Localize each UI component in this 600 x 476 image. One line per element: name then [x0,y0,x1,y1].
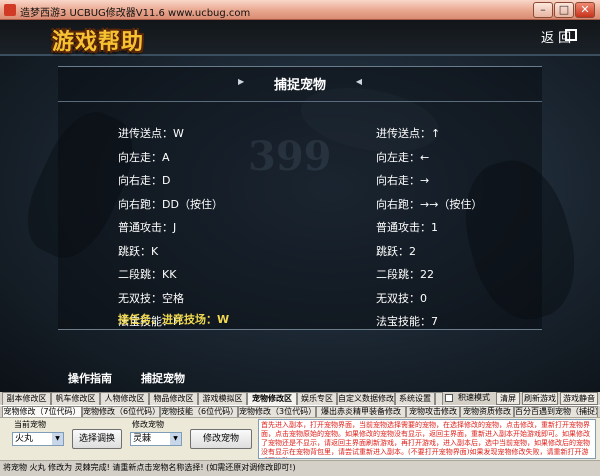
modify-pet-button[interactable]: 修改宠物 [190,429,252,449]
maximize-icon: □ [558,3,570,16]
capture-pet-link[interactable]: 捕捉宠物 [141,370,185,386]
control-row: 跳跃：2 [376,244,416,258]
tab-items[interactable]: 物品修改区 [149,392,198,405]
tab-settings[interactable]: 系统设置 [395,392,435,405]
game-help-logo: 游戏帮助 [52,29,145,55]
modify-pet-label: 修改宠物 [132,420,164,429]
control-row: 向右跑：→→（按住） [376,197,483,211]
tab-home[interactable] [435,392,443,405]
help-nav: 操作指南 捕捉宠物 [0,366,600,392]
modify-pet-select[interactable]: 灵棘 ▼ [130,432,182,446]
chevron-down-icon: ▼ [52,433,63,445]
watermark: 399 [248,133,332,180]
modify-pet-value: 灵棘 [133,434,152,444]
status-bar: 将宠物 火丸 修改为 灵棘完成! 请重新点击宠物名称选择! (如需还原对调修改即… [0,460,600,476]
control-row: 向左走：A [118,150,170,164]
refresh-game-button[interactable]: 刷新游戏 [522,392,558,405]
pet-tab-bar: 宠物修改（7位代码） 宠物修改（6位代码） 宠物技能（6位代码） 宠物修改（3位… [0,405,600,418]
minimize-button[interactable]: – [533,2,553,18]
chevron-down-icon: ▼ [170,433,181,445]
control-row: 进传送点：↑ [376,127,441,140]
pet-modify-controls: 当前宠物 火丸 ▼ 选择调换 修改宠物 灵棘 ▼ 修改宠物 首先进入副本，打开宠… [0,417,600,460]
close-icon: ✕ [580,3,590,16]
control-row: 进传送点：W [118,127,184,140]
control-row: 无双技：0 [376,291,427,305]
tab-custom-data[interactable]: 自定义数据修改 [337,392,395,405]
tab-dungeon[interactable]: 副本修改区 [2,392,51,405]
game-area[interactable]: 游戏帮助 返 回 399 ▶ ◀ 捕捉宠物 进传送点：W 向左走：A 向右走：D… [0,20,600,392]
home-icon[interactable] [565,29,577,41]
help-panel: 399 ▶ ◀ 捕捉宠物 进传送点：W 向左走：A 向右走：D 向右跑：DD（按… [58,66,542,330]
current-pet-value: 火丸 [15,434,34,444]
control-row: 跳跃：K [118,244,159,258]
control-row: 向右走：D [118,174,171,187]
maximize-button[interactable]: □ [554,2,574,18]
speed-mode-checkbox[interactable] [445,394,453,402]
clear-button[interactable]: 清屏 [496,392,520,405]
player2-controls: 进传送点：↑ 向左走：← 向右走：→ 向右跑：→→（按住） 普通攻击：1 跳跃：… [376,125,482,337]
current-pet-select[interactable]: 火丸 ▼ [12,432,64,446]
minimize-icon: – [540,3,546,16]
window-title: 造梦西游3 UCBUG修改器V11.6 www.ucbug.com [20,8,251,19]
control-row: 向右跑：DD（按住） [118,197,223,211]
close-button[interactable]: ✕ [575,2,595,18]
instructions-textbox[interactable]: 首先进入副本，打开宠物界面，当前宠物选择需要的宠物，在选择修改的宠物，点击修改，… [258,419,596,459]
select-swap-button[interactable]: 选择调换 [72,429,122,449]
speed-mode-label: 积速模式 [458,393,490,402]
tab-entertainment[interactable]: 娱乐专区 [297,392,337,405]
mute-game-button[interactable]: 游戏静音 [560,392,598,405]
player1-controls: 进传送点：W 向左走：A 向右走：D 向右跑：DD（按住） 普通攻击：J 跳跃：… [118,125,223,337]
control-row: 无双技：空格 [118,291,184,305]
current-pet-label: 当前宠物 [14,420,46,429]
app-icon [4,4,16,16]
control-row: 普通攻击：1 [376,221,438,234]
control-row: 向右走：→ [376,174,430,187]
panel-title: 捕捉宠物 [273,78,326,93]
control-row: 向左走：← [376,150,430,164]
tab-character[interactable]: 人物修改区 [100,392,149,405]
title-bar: 造梦西游3 UCBUG修改器V11.6 www.ucbug.com – □ ✕ [0,0,600,20]
control-row: 法宝技能：7 [376,315,438,328]
tab-vehicle[interactable]: 帆车修改区 [51,392,100,405]
tab-pet[interactable]: 宠物修改区 [247,392,297,405]
control-row: 二段跳：22 [376,268,434,281]
tab-simulation[interactable]: 游戏模拟区 [198,392,247,405]
main-tab-bar: 副本修改区 帆车修改区 人物修改区 物品修改区 游戏模拟区 宠物修改区 娱乐专区… [0,392,600,405]
game-top-bar: 游戏帮助 返 回 [0,20,600,56]
special-control-row: 接任务、进竞技场：W [118,313,230,326]
divider [58,101,542,102]
control-row: 二段跳：KK [118,268,177,281]
control-row: 普通攻击：J [118,221,177,234]
operation-guide-link[interactable]: 操作指南 [68,370,112,386]
